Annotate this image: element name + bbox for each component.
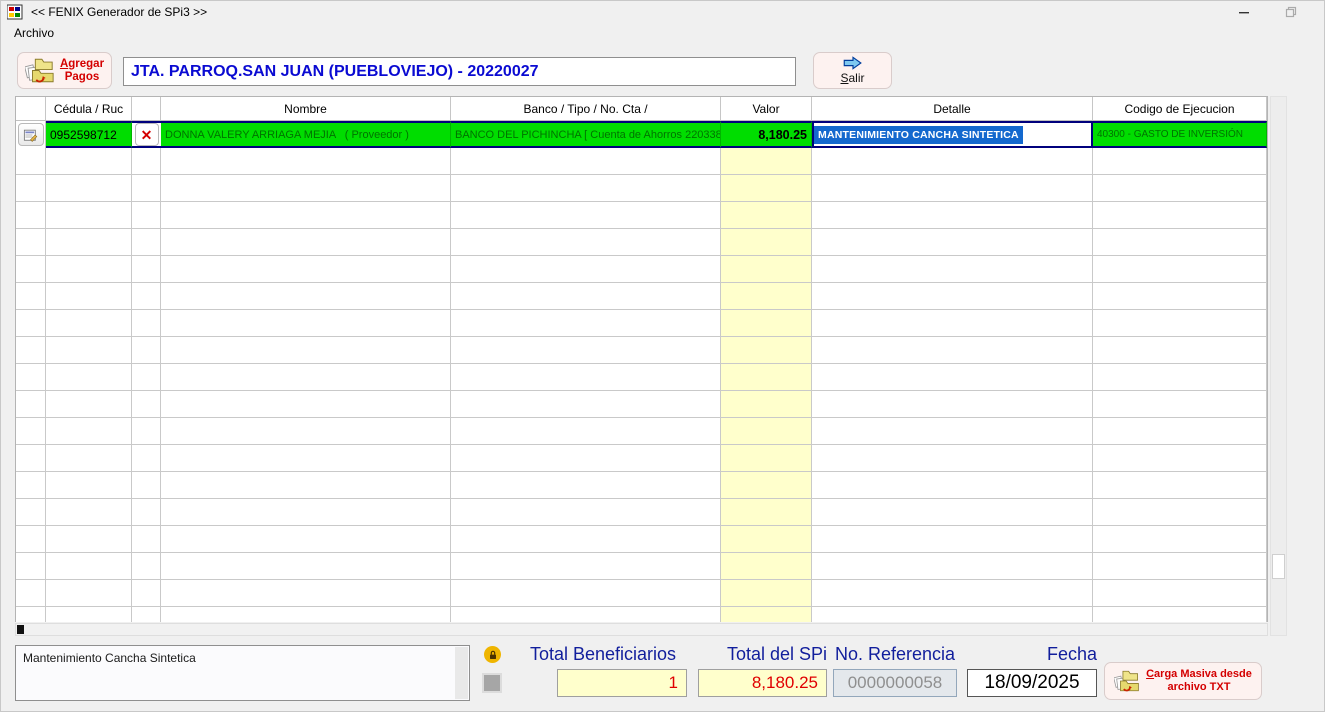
agregar-pagos-label: Agregar Pagos (60, 58, 104, 84)
minimize-icon (1238, 6, 1250, 18)
fecha-field[interactable]: 18/09/2025 (967, 669, 1097, 697)
lock-icon (488, 650, 498, 660)
restore-button[interactable] (1276, 1, 1306, 23)
restore-icon (1285, 6, 1297, 18)
title-bar: << FENIX Generador de SPi3 >> (1, 1, 1324, 23)
grid-empty-rows (16, 148, 1267, 622)
edit-form-icon (23, 128, 38, 142)
referencia-label: No. Referencia (832, 644, 958, 665)
empty-grid-row (16, 499, 1267, 526)
status-square-button[interactable] (482, 673, 502, 693)
delete-x-icon: ✕ (141, 128, 153, 142)
salir-label: Salir (840, 71, 864, 85)
header-cedula: Cédula / Ruc (46, 97, 132, 121)
row-edit-cell (16, 121, 46, 148)
payment-row: 0952598712 ✕ DONNA VALERY ARRIAGA MEJIA … (16, 121, 1267, 148)
menu-bar: Archivo (1, 23, 1324, 44)
grid-vertical-scrollbar[interactable] (1270, 96, 1287, 636)
empty-grid-row (16, 580, 1267, 607)
header-nombre: Nombre (161, 97, 451, 121)
total-beneficiarios-field: 1 (557, 669, 687, 697)
referencia-field: 0000000058 (833, 669, 957, 697)
horizontal-scrollbar-thumb[interactable] (17, 625, 24, 634)
detalle-note-box[interactable]: Mantenimiento Cancha Sintetica (15, 645, 470, 701)
header-banco: Banco / Tipo / No. Cta / (451, 97, 721, 121)
detalle-note-text: Mantenimiento Cancha Sintetica (23, 651, 196, 665)
fecha-label: Fecha (1001, 644, 1097, 665)
empty-grid-row (16, 337, 1267, 364)
vertical-scrollbar-thumb[interactable] (1272, 554, 1285, 579)
exit-arrow-icon (842, 56, 864, 70)
header-codigo: Codigo de Ejecucion (1093, 97, 1267, 121)
company-title-field[interactable]: JTA. PARROQ.SAN JUAN (PUEBLOVIEJO) - 202… (123, 57, 796, 86)
empty-grid-row (16, 445, 1267, 472)
empty-grid-row (16, 175, 1267, 202)
total-spi-label: Total del SPi (701, 644, 827, 665)
window-title: << FENIX Generador de SPi3 >> (31, 1, 207, 23)
app-window: << FENIX Generador de SPi3 >> Archivo Ag… (0, 0, 1325, 712)
total-beneficiarios-label: Total Beneficiarios (518, 644, 688, 665)
cell-nombre[interactable]: DONNA VALERY ARRIAGA MEJIA ( Proveedor ) (161, 121, 451, 148)
minimize-button[interactable] (1229, 1, 1259, 23)
delete-row-button[interactable]: ✕ (135, 123, 159, 146)
add-payments-folder-icon (25, 57, 55, 84)
lock-toggle[interactable] (484, 646, 501, 663)
cell-delete: ✕ (132, 121, 161, 148)
cell-valor[interactable]: 8,180.25 (721, 121, 812, 148)
empty-grid-row (16, 202, 1267, 229)
cell-banco[interactable]: BANCO DEL PICHINCHA [ Cuenta de Ahorros … (451, 121, 721, 148)
nombre-value: DONNA VALERY ARRIAGA MEJIA ( Proveedor ) (161, 129, 409, 141)
grid-horizontal-scrollbar[interactable] (15, 623, 1268, 636)
header-valor: Valor (721, 97, 812, 121)
cedula-value: 0952598712 (46, 128, 117, 142)
codigo-value: 40300 - GASTO DE INVERSIÓN (1093, 129, 1243, 140)
header-detalle: Detalle (812, 97, 1093, 121)
header-row-selector (16, 97, 46, 121)
menu-archivo[interactable]: Archivo (10, 23, 58, 44)
agregar-pagos-button[interactable]: Agregar Pagos (17, 52, 112, 89)
empty-grid-row (16, 526, 1267, 553)
empty-grid-row (16, 391, 1267, 418)
valor-value: 8,180.25 (758, 128, 811, 142)
empty-grid-row (16, 283, 1267, 310)
payments-grid: Cédula / Ruc Nombre Banco / Tipo / No. C… (15, 96, 1268, 622)
empty-grid-row (16, 310, 1267, 337)
empty-grid-row (16, 553, 1267, 580)
carga-masiva-label: Carga Masiva desde archivo TXT (1146, 668, 1252, 694)
empty-grid-row (16, 418, 1267, 445)
salir-button[interactable]: Salir (813, 52, 892, 89)
cell-cedula[interactable]: 0952598712 (46, 121, 132, 148)
empty-grid-row (16, 607, 1267, 622)
carga-masiva-folder-icon (1114, 669, 1140, 693)
header-delete-col (132, 97, 161, 121)
banco-value: BANCO DEL PICHINCHA [ Cuenta de Ahorros … (451, 129, 721, 141)
empty-grid-row (16, 148, 1267, 175)
empty-grid-row (16, 229, 1267, 256)
app-icon (7, 4, 23, 20)
detalle-note-scrollbar[interactable] (455, 647, 468, 699)
empty-grid-row (16, 472, 1267, 499)
total-spi-field: 8,180.25 (698, 669, 827, 697)
empty-grid-row (16, 256, 1267, 283)
empty-grid-row (16, 364, 1267, 391)
grid-header-row: Cédula / Ruc Nombre Banco / Tipo / No. C… (16, 97, 1267, 121)
edit-row-button[interactable] (18, 123, 44, 146)
carga-masiva-button[interactable]: Carga Masiva desde archivo TXT (1104, 662, 1262, 700)
cell-codigo[interactable]: 40300 - GASTO DE INVERSIÓN (1093, 121, 1267, 148)
cell-detalle-editor[interactable]: MANTENIMIENTO CANCHA SINTETICA (812, 121, 1093, 148)
detalle-selected-text: MANTENIMIENTO CANCHA SINTETICA (814, 126, 1023, 144)
